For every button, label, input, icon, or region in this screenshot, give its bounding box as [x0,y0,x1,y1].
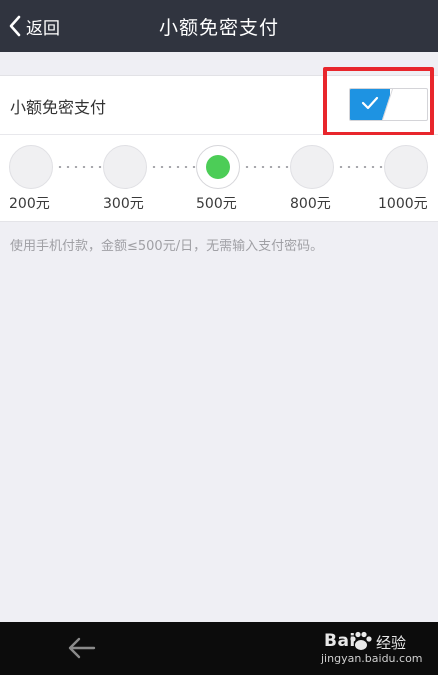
top-bar: 返回 小额免密支付 [0,0,438,52]
connector-dots [243,166,289,168]
limit-description: 使用手机付款，金额≤500元/日，无需输入支付密码。 [10,239,324,254]
watermark-url: jingyan.baidu.com [321,652,423,665]
back-button[interactable]: 返回 [8,11,60,41]
selected-dot [206,155,230,179]
amount-label: 1000元 [378,196,428,212]
connector-dots [337,166,383,168]
connector-dots [150,166,196,168]
amount-option-500[interactable] [196,145,240,189]
amount-option-300[interactable] [103,145,147,189]
amount-option-1000[interactable] [384,145,428,189]
baidu-jingyan-watermark: Bai 经验 jingyan.baidu.com [318,630,436,672]
amount-selector: 200元 300元 500元 800元 1000元 [0,135,438,222]
amount-label: 200元 [9,196,50,212]
amount-label: 500元 [196,196,237,212]
small-payment-toggle[interactable] [349,88,428,121]
amount-label: 800元 [290,196,331,212]
back-label: 返回 [26,18,60,39]
amount-option-800[interactable] [290,145,334,189]
amount-option-200[interactable] [9,145,53,189]
amount-label: 300元 [103,196,144,212]
connector-dots [56,166,102,168]
chevron-left-icon [8,15,22,37]
toggle-row-label: 小额免密支付 [10,98,107,117]
arrow-left-icon[interactable] [66,636,96,664]
checkmark-icon [361,95,379,114]
page-title: 小额免密支付 [158,16,279,39]
watermark-suffix: 经验 [376,634,407,652]
